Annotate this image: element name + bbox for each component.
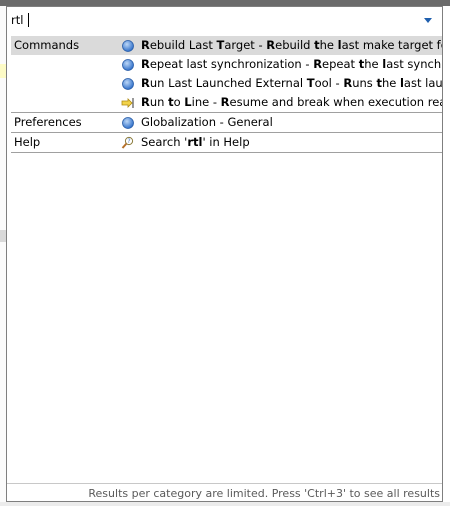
result-label: Run Last Launched External Tool - Runs t… <box>141 76 442 90</box>
footer-hint: Results per category are limited. Press … <box>88 487 440 500</box>
blue-circle-icon <box>121 58 135 72</box>
help-search-icon: ? <box>121 136 135 150</box>
result-label: Globalization - General <box>141 115 273 129</box>
blue-circle-icon <box>121 77 135 91</box>
category-label-commands: Commands <box>14 38 80 52</box>
background-status-bar <box>0 502 450 506</box>
svg-text:?: ? <box>127 138 130 145</box>
result-row[interactable]: Run to Line - Resume and break when exec… <box>11 93 442 112</box>
text-caret <box>28 13 29 27</box>
footer-divider <box>7 483 442 484</box>
result-label: Rebuild Last Target - Rebuild the last m… <box>141 38 442 52</box>
results-list: Commands Rebuild Last Target - Rebuild th… <box>11 36 442 153</box>
result-label: Repeat last synchronization - Repeat the… <box>141 57 442 71</box>
group-separator <box>11 152 442 153</box>
category-label-help: Help <box>14 135 41 149</box>
result-row[interactable]: Help? Search 'rtl' in Help <box>11 133 442 152</box>
blue-circle-icon <box>121 39 135 53</box>
search-box <box>7 7 442 33</box>
run-to-line-icon <box>121 96 135 110</box>
chevron-down-icon[interactable] <box>422 14 434 26</box>
result-row[interactable]: Run Last Launched External Tool - Runs t… <box>11 74 442 93</box>
blue-circle-icon <box>121 116 135 130</box>
result-row[interactable]: Commands Rebuild Last Target - Rebuild th… <box>11 36 442 55</box>
result-row[interactable]: Repeat last synchronization - Repeat the… <box>11 55 442 74</box>
result-label: Search 'rtl' in Help <box>141 135 250 149</box>
quick-access-popup: Commands Rebuild Last Target - Rebuild th… <box>6 6 443 502</box>
result-label: Run to Line - Resume and break when exec… <box>141 95 442 109</box>
category-label-preferences: Preferences <box>14 115 82 129</box>
result-row[interactable]: Preferences Globalization - General <box>11 113 442 132</box>
search-input[interactable] <box>9 10 411 30</box>
